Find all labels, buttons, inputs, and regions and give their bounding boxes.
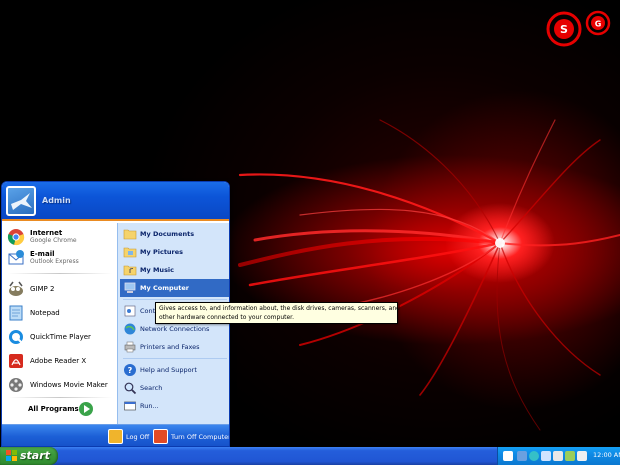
place-printers-faxes[interactable]: Printers and Faxes bbox=[120, 338, 229, 356]
all-programs-button[interactable]: All Programs bbox=[2, 399, 117, 421]
svg-text:?: ? bbox=[128, 366, 133, 375]
windows-flag-icon bbox=[6, 450, 17, 461]
item-subtitle: Google Chrome bbox=[30, 237, 77, 244]
recent-item-notepad[interactable]: Notepad bbox=[4, 303, 115, 323]
computer-icon bbox=[124, 282, 136, 293]
place-my-documents[interactable]: My Documents bbox=[120, 225, 229, 243]
chrome-icon bbox=[7, 229, 25, 246]
network-tray-icon[interactable] bbox=[517, 451, 527, 461]
all-programs-label: All Programs bbox=[28, 405, 79, 413]
volume-tray-icon[interactable] bbox=[553, 451, 563, 461]
adobe-reader-icon bbox=[9, 354, 23, 368]
divider bbox=[123, 358, 227, 359]
place-label: Printers and Faxes bbox=[140, 343, 200, 351]
place-label: My Documents bbox=[140, 230, 195, 238]
place-help-support[interactable]: ? Help and Support bbox=[120, 361, 229, 379]
item-title: Adobe Reader X bbox=[30, 357, 87, 365]
pinned-item-internet[interactable]: Internet Google Chrome bbox=[4, 227, 115, 247]
item-subtitle: Outlook Express bbox=[30, 258, 79, 265]
place-label: My Music bbox=[140, 266, 175, 274]
item-title: GIMP 2 bbox=[30, 285, 55, 293]
folder-icon bbox=[123, 229, 137, 240]
sg-logo: S G bbox=[546, 10, 611, 47]
my-computer-tooltip: Gives access to, and information about, … bbox=[155, 302, 400, 324]
place-my-computer[interactable]: My Computer bbox=[120, 279, 229, 297]
place-label: Help and Support bbox=[140, 366, 197, 374]
recent-item-adobe-reader[interactable]: Adobe Reader X bbox=[4, 351, 115, 371]
gimp-icon bbox=[9, 281, 23, 296]
start-label: start bbox=[20, 449, 50, 462]
place-label: Search bbox=[140, 384, 163, 392]
place-label: Run... bbox=[140, 402, 159, 410]
clock[interactable]: 12:00 AM bbox=[593, 451, 620, 459]
recent-item-gimp[interactable]: GIMP 2 bbox=[4, 279, 115, 299]
item-title: Windows Movie Maker bbox=[30, 381, 108, 389]
divider bbox=[8, 273, 112, 274]
place-my-pictures[interactable]: My Pictures bbox=[120, 243, 229, 261]
quicktime-icon bbox=[9, 330, 23, 344]
notepad-icon bbox=[9, 305, 23, 321]
key-icon bbox=[108, 429, 123, 444]
item-title: Internet bbox=[30, 229, 63, 237]
help-icon: ? bbox=[124, 364, 136, 376]
place-label: My Computer bbox=[140, 284, 189, 292]
tooltip-line-1: Gives access to, and information about, … bbox=[159, 305, 400, 312]
user-avatar[interactable] bbox=[6, 186, 36, 216]
taskbar: start 12:00 AM bbox=[0, 447, 620, 465]
start-menu-programs: Internet Google Chrome E-mail Outlook Ex… bbox=[2, 223, 117, 424]
start-button[interactable]: start bbox=[0, 447, 58, 465]
recent-item-quicktime[interactable]: QuickTime Player bbox=[4, 327, 115, 347]
divider bbox=[8, 397, 112, 398]
recent-item-movie-maker[interactable]: Windows Movie Maker bbox=[4, 375, 115, 395]
item-title: E-mail bbox=[30, 250, 55, 258]
run-icon bbox=[124, 401, 136, 411]
item-title: Notepad bbox=[30, 309, 60, 317]
search-icon bbox=[124, 382, 137, 395]
security-tray-icon[interactable] bbox=[565, 451, 575, 461]
place-run[interactable]: Run... bbox=[120, 397, 229, 415]
user-name: Admin bbox=[42, 196, 71, 205]
power-icon bbox=[153, 429, 168, 444]
divider bbox=[123, 299, 227, 300]
network-icon bbox=[124, 323, 136, 335]
help-tray-icon[interactable] bbox=[503, 451, 513, 461]
place-search[interactable]: Search bbox=[120, 379, 229, 397]
folder-icon bbox=[123, 265, 137, 276]
user-picture-icon bbox=[11, 193, 32, 210]
place-label: Network Connections bbox=[140, 325, 210, 333]
pinned-item-email[interactable]: E-mail Outlook Express bbox=[4, 248, 115, 268]
arrow-right-icon bbox=[79, 402, 93, 416]
outlook-express-icon bbox=[8, 250, 24, 265]
control-panel-icon bbox=[124, 305, 136, 317]
messenger-tray-icon[interactable] bbox=[529, 451, 539, 461]
display-tray-icon[interactable] bbox=[541, 451, 551, 461]
movie-maker-icon bbox=[9, 378, 23, 392]
place-label: My Pictures bbox=[140, 248, 184, 256]
svg-text:S: S bbox=[560, 23, 568, 36]
svg-text:G: G bbox=[595, 20, 602, 29]
start-menu-header: Admin bbox=[2, 182, 229, 221]
printer-icon bbox=[124, 341, 136, 353]
update-tray-icon[interactable] bbox=[577, 451, 587, 461]
turn-off-label: Turn Off Computer bbox=[171, 433, 230, 441]
place-my-music[interactable]: My Music bbox=[120, 261, 229, 279]
system-tray: 12:00 AM bbox=[497, 447, 620, 465]
start-menu-footer: Log Off Turn Off Computer bbox=[2, 424, 230, 446]
item-title: QuickTime Player bbox=[30, 333, 91, 341]
log-off-label: Log Off bbox=[126, 433, 150, 441]
folder-icon bbox=[123, 247, 137, 258]
tooltip-line-2: other hardware connected to your compute… bbox=[159, 314, 295, 321]
